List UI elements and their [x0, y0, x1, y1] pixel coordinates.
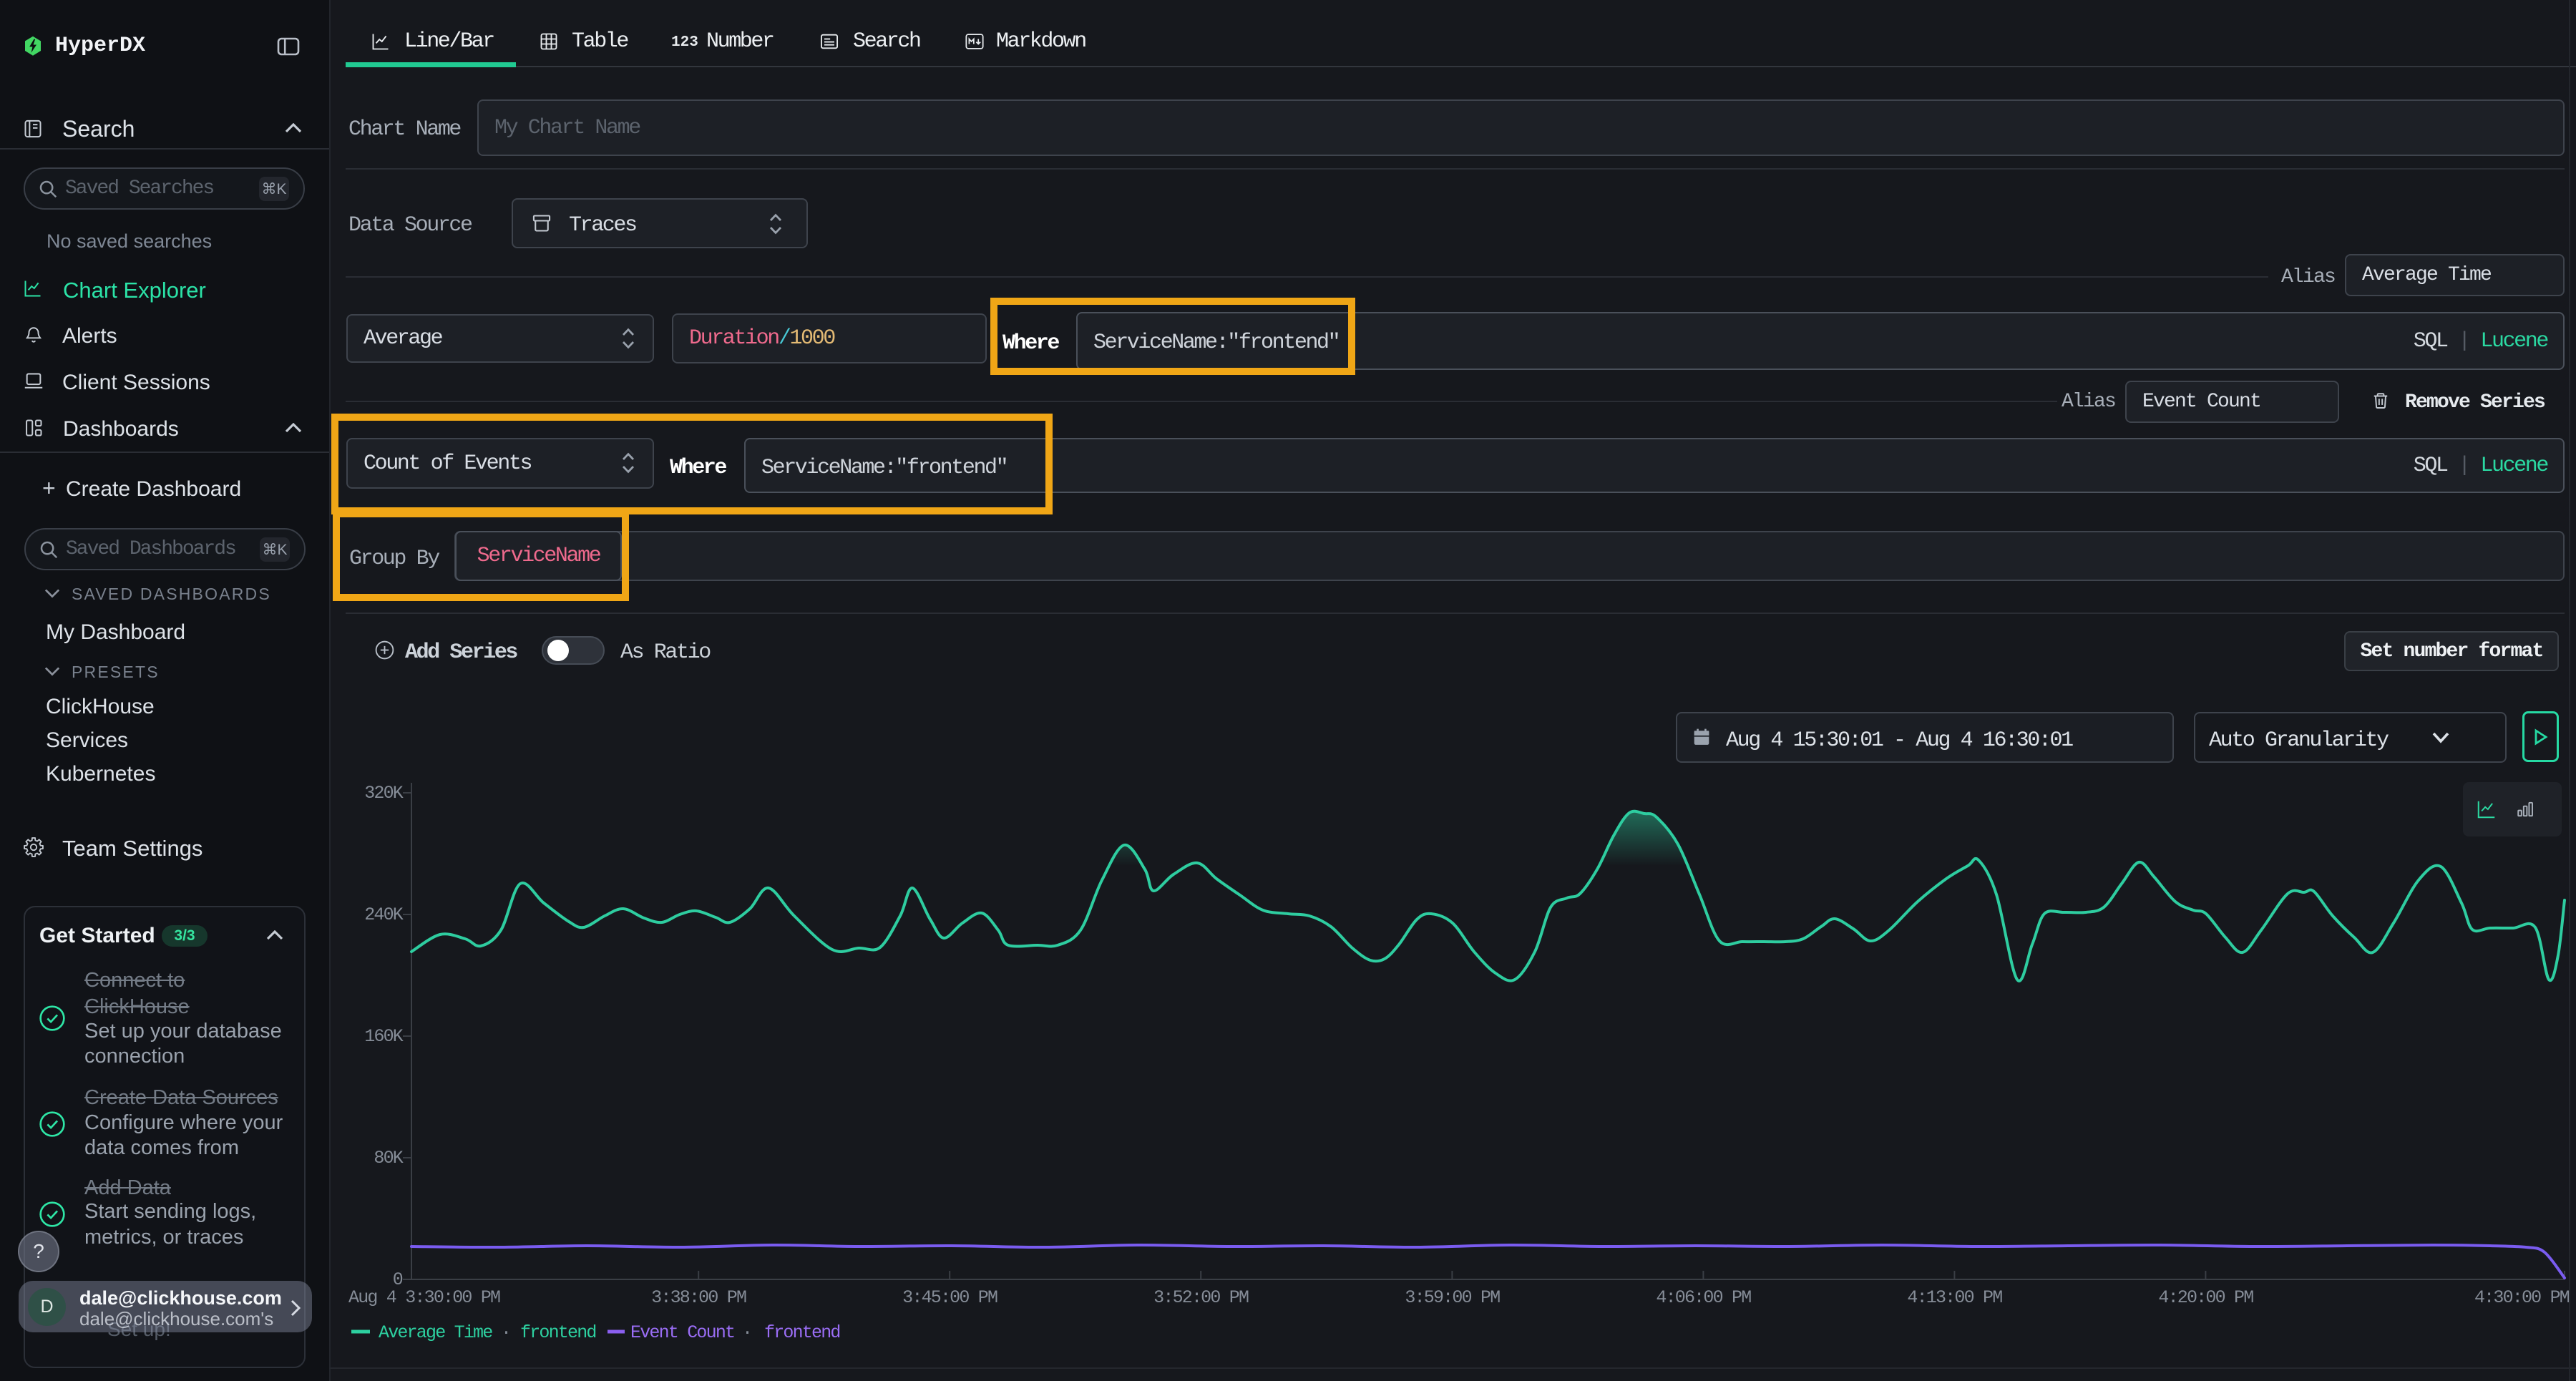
svg-text:3:38:00 PM: 3:38:00 PM [651, 1287, 746, 1308]
svg-text:Aug 4 3:30:00 PM: Aug 4 3:30:00 PM [348, 1287, 500, 1308]
svg-text:4:13:00 PM: 4:13:00 PM [1907, 1287, 2002, 1308]
svg-text:4:30:00 PM: 4:30:00 PM [2474, 1287, 2570, 1308]
svg-text:4:06:00 PM: 4:06:00 PM [1656, 1287, 1751, 1308]
svg-text:frontend: frontend [520, 1322, 596, 1343]
svg-text:4:20:00 PM: 4:20:00 PM [2158, 1287, 2253, 1308]
svg-text:320K: 320K [364, 783, 404, 804]
svg-text:240K: 240K [364, 904, 404, 925]
svg-text:80K: 80K [374, 1148, 403, 1168]
svg-text:·: · [742, 1322, 751, 1343]
svg-text:Average Time: Average Time [379, 1322, 492, 1343]
svg-text:3:59:00 PM: 3:59:00 PM [1405, 1287, 1500, 1308]
svg-text:·: · [501, 1322, 510, 1343]
svg-text:160K: 160K [364, 1026, 404, 1047]
svg-text:frontend: frontend [764, 1322, 840, 1343]
svg-text:3:52:00 PM: 3:52:00 PM [1153, 1287, 1249, 1308]
svg-text:3:45:00 PM: 3:45:00 PM [902, 1287, 997, 1308]
svg-text:Event Count: Event Count [630, 1322, 734, 1343]
